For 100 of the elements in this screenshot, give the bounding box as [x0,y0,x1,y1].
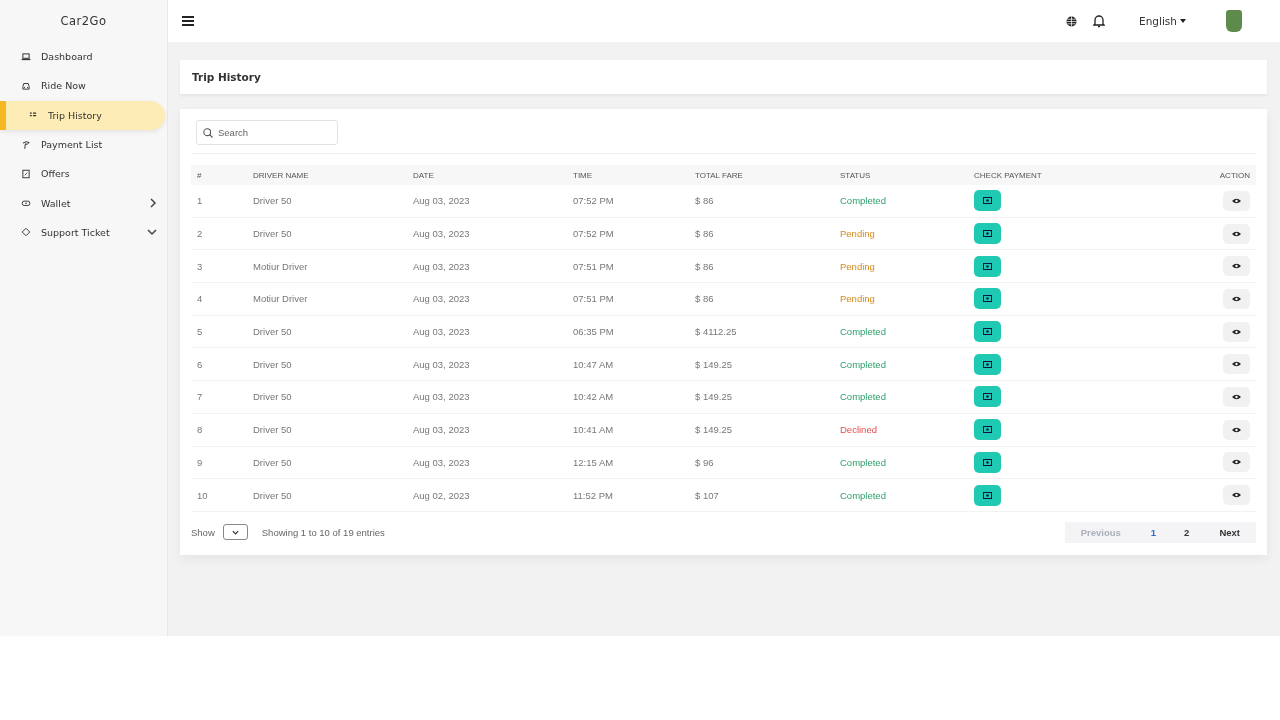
table-cell: $ 86 [695,228,714,240]
view-button[interactable] [1223,190,1250,211]
payment-button[interactable] [974,321,1001,343]
status-text: Completed [840,456,886,468]
sidebar-item[interactable]: Offers [0,159,165,189]
table-cell: 07:52 PM [573,195,614,207]
sidebar-item[interactable]: Wallet [0,188,165,218]
table-cell: Aug 03, 2023 [413,260,470,272]
page-button[interactable]: 1 [1136,521,1171,543]
payment-button[interactable] [974,353,1001,375]
table-cell: Driver 50 [253,228,292,240]
table-cell: Driver 50 [253,456,292,468]
view-button[interactable] [1223,223,1250,244]
table-cell: 3 [197,260,203,272]
view-button[interactable] [1223,256,1250,277]
table-cell: Driver 50 [253,358,292,370]
table-cell: Motiur Driver [253,293,308,305]
search-field[interactable]: Search [196,120,338,145]
view-button[interactable] [1223,354,1250,375]
next-button[interactable]: Next [1203,521,1256,543]
payment-button[interactable] [974,484,1001,506]
globe-icon[interactable] [1066,15,1078,27]
status-text: Completed [840,195,886,207]
eye-icon [1232,426,1241,433]
eye-icon [1232,361,1241,368]
table-cell: 07:51 PM [573,293,614,305]
table-cell: Aug 02, 2023 [413,489,470,501]
bell-icon[interactable] [1093,14,1106,28]
payment-button[interactable] [974,190,1001,212]
table-cell: Driver 50 [253,391,292,403]
caret-down-icon [1180,19,1186,23]
eye-icon [1232,197,1241,204]
cash-icon [983,197,992,205]
table-cell: 11:52 PM [573,489,613,501]
payment-button[interactable] [974,223,1001,245]
sidebar-item[interactable]: Ride Now [0,71,165,101]
table-cell: $ 149.25 [695,391,732,403]
table-cell: Driver 50 [253,489,292,501]
eye-icon [1232,328,1241,335]
table-cell: Aug 03, 2023 [413,358,470,370]
table-cell: Aug 03, 2023 [413,326,470,338]
view-button[interactable] [1223,419,1250,440]
table-cell: $ 86 [695,260,714,272]
table-cell: 12:15 AM [573,456,614,468]
menu-icon[interactable] [182,16,194,26]
status-text: Pending [840,228,875,240]
view-button[interactable] [1223,288,1250,309]
table-cell: Aug 03, 2023 [413,195,470,207]
table-cell: $ 96 [695,456,714,468]
table-cell: $ 149.25 [695,358,732,370]
status-text: Completed [840,391,886,403]
status-text: Pending [840,260,875,272]
table-cell: 9 [197,456,203,468]
payment-button[interactable] [974,386,1001,408]
eye-icon [1232,263,1241,270]
language-dropdown[interactable]: English [1139,15,1186,27]
table-cell: 1 [197,195,203,207]
view-button[interactable] [1223,485,1250,506]
payment-button[interactable] [974,419,1001,441]
sidebar-item[interactable]: Payment List [0,129,165,160]
sidebar-item[interactable]: Trip History [0,100,165,130]
sidebar-item[interactable]: Support Ticket [0,217,165,248]
table-cell: $ 86 [695,195,714,207]
table-cell: 4 [197,293,203,305]
table-cell: $ 4112.25 [695,326,737,338]
column-header: TOTAL FARE [689,165,834,185]
show-label: Show [191,526,215,538]
payment-button[interactable] [974,288,1001,310]
table-cell: 2 [197,228,203,240]
cash-icon [983,230,992,238]
avatar[interactable] [1226,10,1242,32]
table-cell: Driver 50 [253,326,292,338]
cash-icon [983,295,992,303]
column-header: # [191,165,247,185]
cash-icon [983,328,992,336]
view-button[interactable] [1223,321,1250,342]
column-header: CHECK PAYMENT [968,165,1157,185]
view-button[interactable] [1223,386,1250,407]
status-text: Declined [840,424,877,436]
cash-icon [983,262,992,270]
brand-logo[interactable]: Car2Go [0,0,167,42]
view-button[interactable] [1223,452,1250,473]
page-size-select[interactable] [222,524,248,541]
entries-info: Showing 1 to 10 of 19 entries [261,526,385,538]
page-title: Trip History [192,71,261,83]
table-cell: 10 [197,489,208,501]
payment-button[interactable] [974,451,1001,473]
eye-icon [1232,230,1241,237]
cash-icon [983,491,992,499]
page-button[interactable]: 2 [1170,521,1204,543]
cash-icon [983,393,992,401]
laptop-icon [21,51,31,62]
status-text: Completed [840,489,886,501]
tag-icon [21,227,31,238]
sidebar-item[interactable]: Dashboard [0,42,165,72]
table-cell: Aug 03, 2023 [413,456,470,468]
column-header: STATUS [834,165,968,185]
payment-button[interactable] [974,255,1001,277]
table-cell: Aug 03, 2023 [413,391,470,403]
table-cell: 07:51 PM [573,260,614,272]
